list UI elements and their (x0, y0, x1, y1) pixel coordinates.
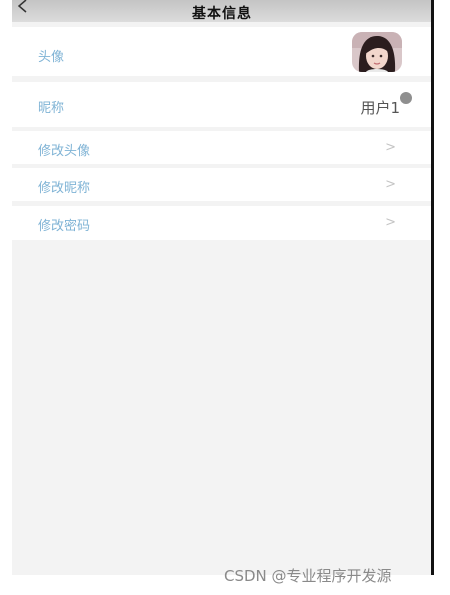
chevron-right-icon: > (385, 177, 396, 192)
avatar-image (352, 32, 402, 72)
dot-icon (400, 92, 412, 104)
row-change-password[interactable]: 修改密码 > (12, 206, 432, 240)
row-nickname[interactable]: 昵称 用户1 (12, 82, 432, 127)
row-change-nickname[interactable]: 修改昵称 > (12, 168, 432, 201)
window-edge (431, 0, 434, 575)
app-screen: 基本信息 头像 昵称 用户1 修改头像 > 修改昵称 > 修改密码 > (12, 0, 432, 575)
nickname-label: 昵称 (38, 101, 65, 116)
watermark: CSDN @专业程序开发源 (224, 567, 392, 585)
nav-bar: 基本信息 (12, 0, 432, 22)
row-change-avatar[interactable]: 修改头像 > (12, 131, 432, 164)
nickname-value: 用户1 (360, 99, 400, 117)
change-avatar-label: 修改头像 (38, 144, 91, 159)
avatar-label: 头像 (38, 50, 65, 65)
change-password-label: 修改密码 (38, 219, 91, 234)
change-nickname-label: 修改昵称 (38, 181, 91, 196)
avatar[interactable] (352, 32, 402, 72)
page-title: 基本信息 (192, 6, 252, 22)
chevron-right-icon: > (385, 215, 396, 230)
row-avatar[interactable]: 头像 (12, 27, 432, 76)
chevron-right-icon: > (385, 140, 396, 155)
